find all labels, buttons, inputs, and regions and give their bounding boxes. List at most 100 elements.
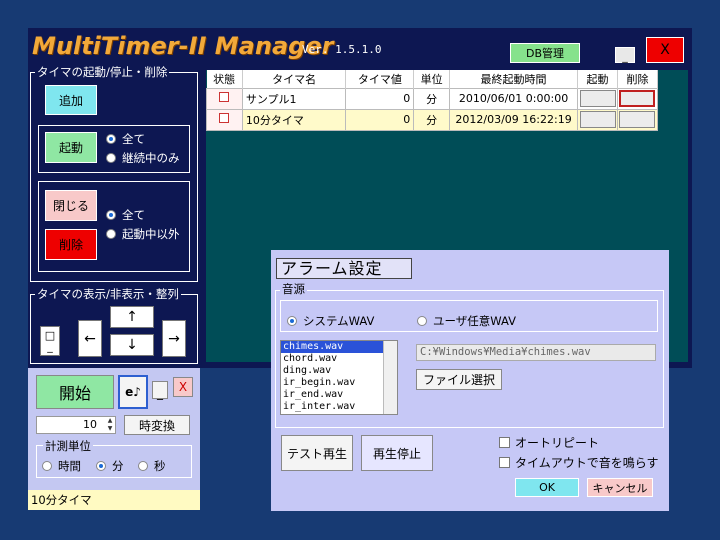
sound-source-legend: 音源 (280, 281, 307, 297)
align-left-button[interactable]: ← (78, 320, 102, 357)
spin-arrows-icon[interactable]: ▲ ▼ (105, 417, 115, 433)
choose-file-button[interactable]: ファイル選択 (416, 369, 502, 390)
start-cell (577, 87, 618, 110)
add-button[interactable]: 追加 (45, 85, 97, 115)
timer-start-button[interactable]: 開始 (36, 375, 114, 409)
align-right-button[interactable]: → (162, 320, 186, 357)
row-delete-button[interactable] (619, 111, 656, 128)
alarm-settings-dialog: アラーム設定 音源 システムWAV ユーザ任意WAV chimes.wav ch… (271, 250, 669, 511)
minimize-button[interactable]: _ (615, 47, 635, 63)
cancel-button[interactable]: キャンセル (587, 478, 653, 497)
last-start-cell[interactable]: 2012/03/09 16:22:19 (449, 108, 579, 131)
delete-cell (616, 108, 659, 131)
close-timer-button[interactable]: 閉じる (45, 190, 97, 221)
unit-second-radio[interactable]: 秒 (138, 458, 166, 474)
auto-repeat-checkbox[interactable]: オートリピート (499, 434, 599, 451)
list-item[interactable]: ir_inter.wav (281, 401, 397, 413)
close-all-radio[interactable]: 全て (106, 207, 145, 223)
list-item[interactable]: chord.wav (281, 353, 397, 365)
last-start-cell[interactable]: 2010/06/01 0:00:00 (449, 87, 579, 110)
row-delete-button[interactable] (619, 90, 656, 107)
time-convert-button[interactable]: 時変換 (124, 415, 190, 435)
test-play-button[interactable]: テスト再生 (281, 435, 353, 471)
wav-path-field[interactable]: C:¥Windows¥Media¥chimes.wav (416, 344, 656, 361)
status-checkbox[interactable] (219, 113, 230, 123)
timer-table: 状態 タイマ名 タイマ値 単位 最終起動時間 起動 削除 サンプル1 0 分 2… (206, 70, 659, 131)
status-cell[interactable] (206, 87, 243, 110)
header-last-start[interactable]: 最終起動時間 (449, 70, 579, 88)
start-cell (577, 108, 618, 131)
table-row[interactable]: 10分タイマ 0 分 2012/03/09 16:22:19 (206, 108, 659, 131)
user-wav-radio[interactable]: ユーザ任意WAV (417, 313, 516, 329)
start-all-radio[interactable]: 全て (106, 131, 145, 147)
db-manage-button[interactable]: DB管理 (510, 43, 580, 63)
close-all-label: 全て (122, 208, 145, 222)
start-continuing-label: 継続中のみ (122, 151, 180, 165)
header-start[interactable]: 起動 (577, 70, 618, 88)
unit-minute-radio[interactable]: 分 (96, 458, 124, 474)
mini-close-button[interactable]: X (173, 377, 193, 397)
align-up-button[interactable]: ↑ (110, 306, 154, 328)
unit-hour-label: 時間 (58, 459, 81, 473)
unit-second-label: 秒 (154, 459, 166, 473)
radio-dot (138, 461, 148, 471)
timeout-sound-label: タイムアウトで音を鳴らす (515, 456, 659, 470)
value-cell[interactable]: 0 (345, 108, 415, 131)
timer-control-legend: タイマの起動/停止・削除 (37, 65, 168, 79)
mini-timer-window: 開始 e♪ _ X 10 ▲ ▼ 時変換 計測単位 時間 分 秒 10分タイマ (28, 368, 200, 510)
radio-dot (106, 229, 116, 239)
unit-cell[interactable]: 分 (413, 87, 451, 110)
timer-name-status: 10分タイマ (28, 490, 200, 510)
radio-dot (106, 210, 116, 220)
value-cell[interactable]: 0 (345, 87, 415, 110)
status-cell[interactable] (206, 108, 243, 131)
radio-dot (42, 461, 52, 471)
close-non-running-radio[interactable]: 起動中以外 (106, 226, 180, 242)
start-button[interactable]: 起動 (45, 132, 97, 163)
ok-button[interactable]: OK (515, 478, 579, 497)
align-down-button[interactable]: ↓ (110, 334, 154, 356)
row-start-button[interactable] (579, 90, 616, 107)
wav-file-list[interactable]: chimes.wav chord.wav ding.wav ir_begin.w… (280, 340, 398, 415)
row-start-button[interactable] (579, 111, 616, 128)
timer-value-input[interactable]: 10 (36, 416, 116, 434)
sound-button[interactable]: e♪ (118, 375, 148, 409)
list-item[interactable]: ir_begin.wav (281, 377, 397, 389)
start-all-label: 全て (122, 132, 145, 146)
auto-repeat-label: オートリピート (515, 436, 600, 450)
name-cell[interactable]: サンプル1 (241, 87, 347, 110)
delete-button[interactable]: 削除 (45, 229, 97, 260)
stop-play-button[interactable]: 再生停止 (361, 435, 433, 471)
checkbox-box (499, 437, 510, 448)
header-name[interactable]: タイマ名 (242, 70, 347, 88)
header-delete[interactable]: 削除 (617, 70, 659, 88)
close-button[interactable]: X (646, 37, 684, 63)
alarm-title: アラーム設定 (276, 258, 412, 279)
list-item[interactable]: ding.wav (281, 365, 397, 377)
radio-dot (96, 461, 106, 471)
underscore-icon: _ (47, 340, 53, 353)
system-wav-radio[interactable]: システムWAV (287, 313, 374, 329)
timeout-sound-checkbox[interactable]: タイムアウトで音を鳴らす (499, 454, 659, 471)
header-value[interactable]: タイマ値 (345, 70, 415, 88)
radio-dot (106, 153, 116, 163)
unit-cell[interactable]: 分 (413, 108, 451, 131)
radio-dot (417, 316, 427, 326)
list-item[interactable]: ir_end.wav (281, 389, 397, 401)
table-row[interactable]: サンプル1 0 分 2010/06/01 0:00:00 (206, 87, 659, 110)
toggle-display-button[interactable]: □ _ (40, 326, 60, 356)
name-cell[interactable]: 10分タイマ (241, 108, 347, 131)
header-status[interactable]: 状態 (206, 70, 243, 88)
unit-minute-label: 分 (112, 459, 124, 473)
mini-minimize-button[interactable]: _ (152, 381, 168, 399)
list-item[interactable]: chimes.wav (281, 341, 397, 353)
status-checkbox[interactable] (219, 92, 230, 102)
header-unit[interactable]: 単位 (413, 70, 451, 88)
unit-hour-radio[interactable]: 時間 (42, 458, 81, 474)
system-wav-label: システムWAV (303, 314, 375, 328)
unit-legend: 計測単位 (43, 438, 93, 454)
checkbox-box (499, 457, 510, 468)
list-scrollbar[interactable] (383, 341, 397, 414)
delete-cell (616, 87, 659, 110)
start-continuing-radio[interactable]: 継続中のみ (106, 150, 180, 166)
